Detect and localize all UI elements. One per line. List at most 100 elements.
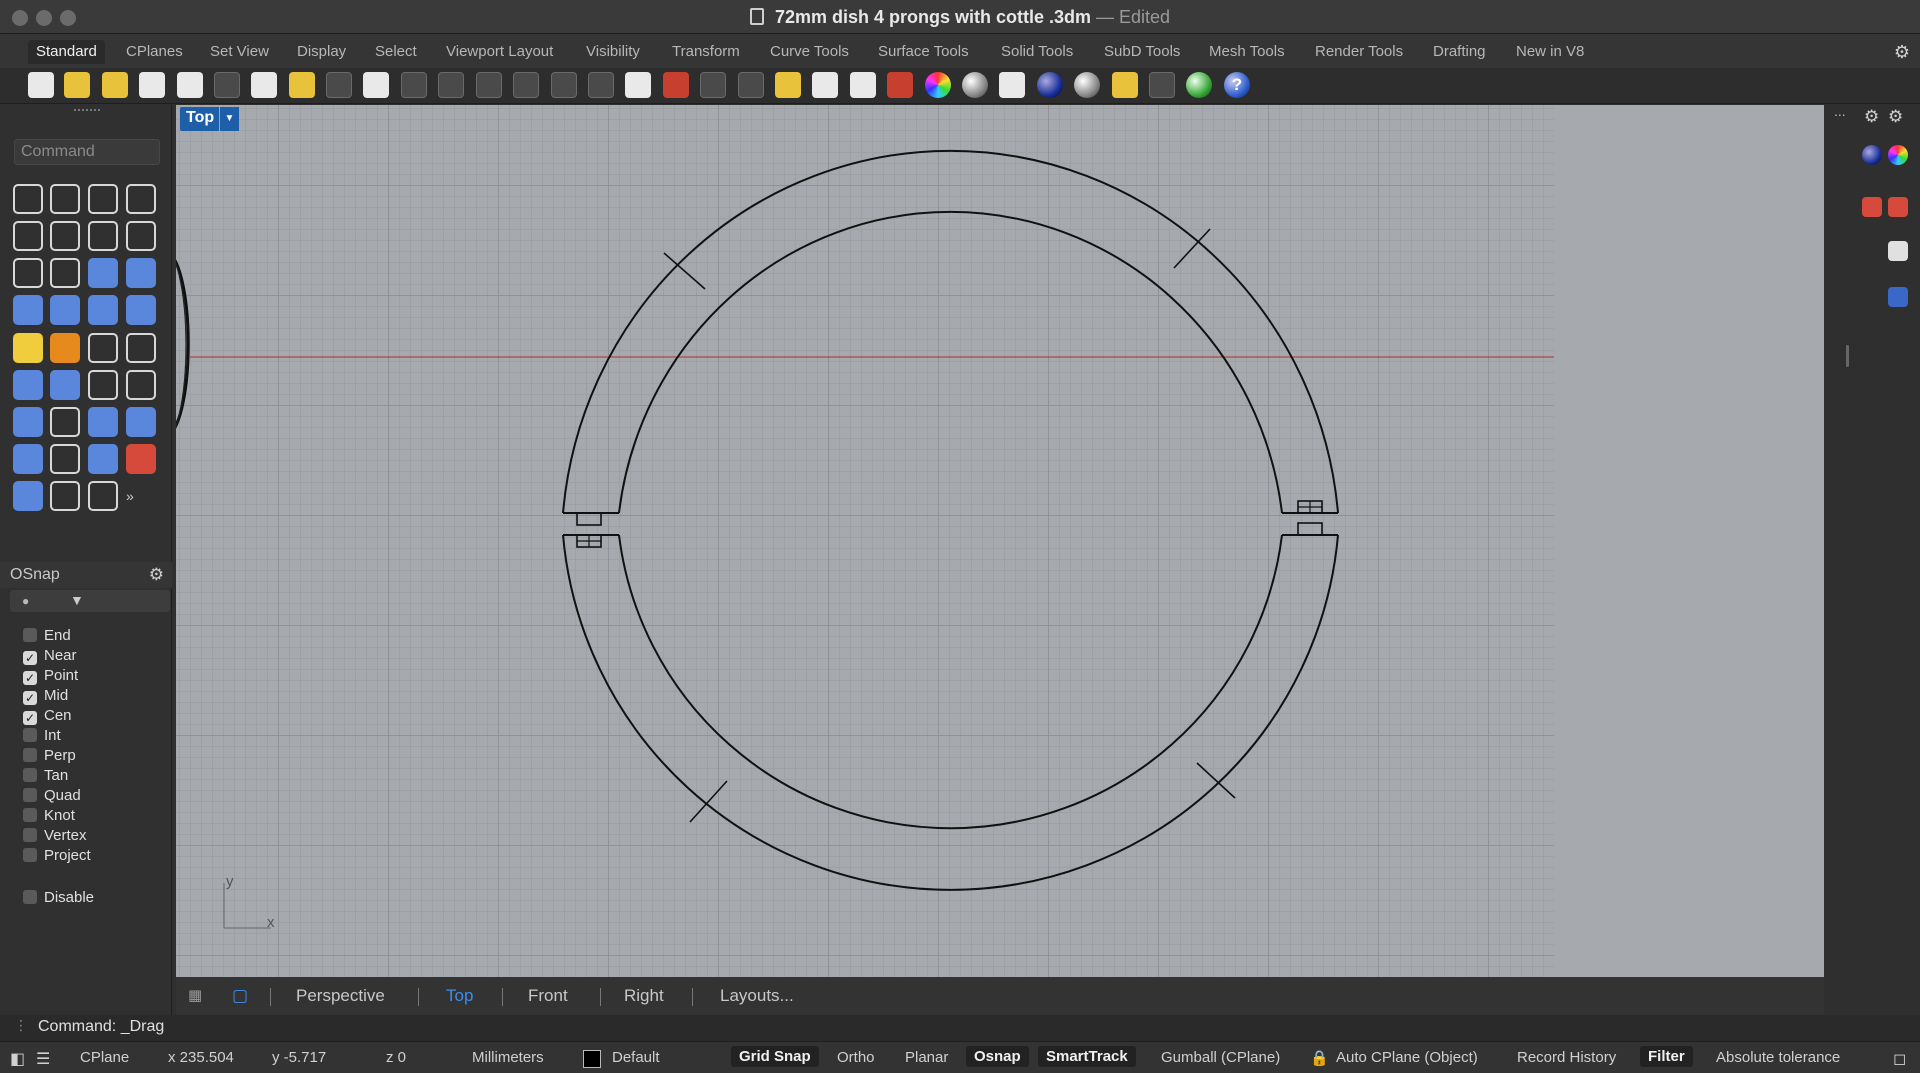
material-icon[interactable]: [1074, 72, 1100, 98]
boolean-icon[interactable]: [50, 295, 80, 325]
color-wheel-icon[interactable]: [1888, 145, 1908, 165]
osnap-near[interactable]: ✓ Near: [23, 646, 77, 666]
world-icon[interactable]: [1186, 72, 1212, 98]
layer-icon[interactable]: [887, 72, 913, 98]
tab-top[interactable]: Top: [446, 986, 473, 1006]
checkbox-quad[interactable]: [23, 788, 37, 802]
tab-curve-tools[interactable]: Curve Tools: [762, 40, 857, 64]
planar-toggle[interactable]: Planar: [905, 1049, 948, 1066]
array-icon[interactable]: [88, 407, 118, 437]
grid-array-icon[interactable]: [88, 444, 118, 474]
command-grip-icon[interactable]: ⋮: [14, 1017, 28, 1034]
curve-icon[interactable]: [126, 184, 156, 214]
filter-toggle[interactable]: Filter: [1640, 1046, 1693, 1067]
cylinder-icon[interactable]: [88, 295, 118, 325]
display-sphere-icon[interactable]: [962, 72, 988, 98]
tab-mesh-tools[interactable]: Mesh Tools: [1201, 40, 1293, 64]
car-icon[interactable]: [663, 72, 689, 98]
checkbox-disable[interactable]: [23, 890, 37, 904]
filter-icon[interactable]: ▼: [70, 592, 84, 608]
viewport-title[interactable]: Top: [180, 107, 221, 131]
display-icon[interactable]: [1888, 241, 1908, 261]
transform-icon[interactable]: [13, 333, 43, 363]
tab-subd-tools[interactable]: SubD Tools: [1096, 40, 1188, 64]
split-icon[interactable]: [126, 333, 156, 363]
grid-plane-icon[interactable]: [700, 72, 726, 98]
tab-layouts[interactable]: Layouts...: [720, 986, 794, 1006]
cplane-label[interactable]: CPlane: [80, 1049, 129, 1066]
osnap-int[interactable]: Int: [23, 726, 61, 746]
list-icon[interactable]: ☰: [36, 1049, 50, 1069]
tab-new-in-v8[interactable]: New in V8: [1508, 40, 1592, 64]
dimension-tool-icon[interactable]: [126, 444, 156, 474]
help-panel-icon[interactable]: [1888, 287, 1908, 307]
zoom-extents-icon[interactable]: [513, 72, 539, 98]
rotate-icon[interactable]: [88, 370, 118, 400]
dimension-icon[interactable]: [1149, 72, 1175, 98]
single-view-layout-icon[interactable]: ▢: [232, 986, 248, 1006]
checkbox-cen[interactable]: ✓: [23, 711, 37, 725]
grid-snap-toggle[interactable]: Grid Snap: [731, 1046, 819, 1067]
more-tools-icon[interactable]: »: [126, 481, 156, 511]
point-dot-icon[interactable]: ●: [22, 594, 29, 608]
record-history-toggle[interactable]: Record History: [1517, 1049, 1616, 1066]
light-icon[interactable]: [812, 72, 838, 98]
extrude-icon[interactable]: [50, 444, 80, 474]
undo-icon[interactable]: [326, 72, 352, 98]
tab-solid-tools[interactable]: Solid Tools: [993, 40, 1081, 64]
auto-cplane-toggle[interactable]: Auto CPlane (Object): [1336, 1049, 1478, 1066]
osnap-cen[interactable]: ✓ Cen: [23, 706, 72, 726]
osnap-settings-gear-icon[interactable]: ⚙: [149, 565, 164, 585]
tab-standard[interactable]: Standard: [28, 40, 105, 64]
osnap-knot[interactable]: Knot: [23, 806, 75, 826]
tab-perspective[interactable]: Perspective: [296, 986, 385, 1006]
splitter-handle[interactable]: [1846, 345, 1849, 367]
tab-set-view[interactable]: Set View: [202, 40, 277, 64]
viewport-drawing[interactable]: [176, 105, 1554, 977]
checkbox-tan[interactable]: [23, 768, 37, 782]
trim-icon[interactable]: [88, 333, 118, 363]
checkbox-vertex[interactable]: [23, 828, 37, 842]
tab-render-tools[interactable]: Render Tools: [1307, 40, 1411, 64]
layers-icon[interactable]: [1888, 197, 1908, 217]
check-icon[interactable]: [88, 481, 118, 511]
paste-icon[interactable]: [289, 72, 315, 98]
top-viewport[interactable]: Top ▼ y x: [176, 105, 1824, 977]
layer-color-swatch[interactable]: [583, 1050, 601, 1068]
sweep-icon[interactable]: [126, 258, 156, 288]
render-mesh-icon[interactable]: [999, 72, 1025, 98]
gumball-toggle[interactable]: Gumball (CPlane): [1161, 1049, 1280, 1066]
save-icon[interactable]: [102, 72, 128, 98]
group-icon[interactable]: [50, 370, 80, 400]
polyline-icon[interactable]: [88, 184, 118, 214]
gumball-icon[interactable]: [50, 481, 80, 511]
zoom-icon[interactable]: [438, 72, 464, 98]
checkbox-end[interactable]: [23, 628, 37, 642]
current-layer[interactable]: Default: [612, 1049, 660, 1066]
rectangle-icon[interactable]: [126, 221, 156, 251]
checkbox-int[interactable]: [23, 728, 37, 742]
select-arrow-icon[interactable]: [13, 184, 43, 214]
osnap-perp[interactable]: Perp: [23, 746, 76, 766]
rotate-view-icon[interactable]: [401, 72, 427, 98]
cut-icon[interactable]: [214, 72, 240, 98]
command-input[interactable]: Command: [14, 139, 160, 165]
checkbox-mid[interactable]: ✓: [23, 691, 37, 705]
color-wheel-icon[interactable]: [925, 72, 951, 98]
fillet-curve-icon[interactable]: [50, 258, 80, 288]
panel-toggle-icon[interactable]: ◻: [1893, 1049, 1906, 1069]
render-sphere-icon[interactable]: [1037, 72, 1063, 98]
settings-gear-icon[interactable]: [1112, 72, 1138, 98]
text-icon[interactable]: [13, 407, 43, 437]
tab-surface-tools[interactable]: Surface Tools: [870, 40, 977, 64]
checkbox-near[interactable]: ✓: [23, 651, 37, 665]
zoom-selected-icon[interactable]: [551, 72, 577, 98]
four-view-layout-icon[interactable]: ▦: [188, 986, 202, 1004]
checkbox-point[interactable]: ✓: [23, 671, 37, 685]
osnap-quad[interactable]: Quad: [23, 786, 81, 806]
lock-icon[interactable]: [850, 72, 876, 98]
osnap-disable[interactable]: Disable: [23, 888, 94, 908]
tab-drafting[interactable]: Drafting: [1425, 40, 1494, 64]
tolerance-label[interactable]: Absolute tolerance: [1716, 1049, 1846, 1066]
osnap-mid[interactable]: ✓ Mid: [23, 686, 68, 706]
